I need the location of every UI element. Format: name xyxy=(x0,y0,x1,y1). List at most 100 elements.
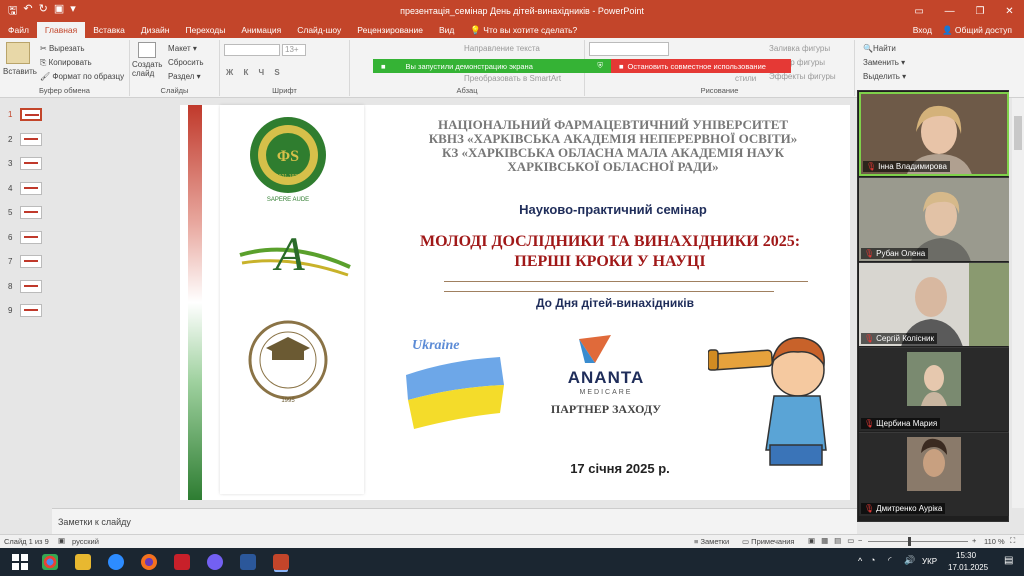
zoom-slider[interactable] xyxy=(868,541,968,542)
slide-thumbnail[interactable] xyxy=(20,108,42,121)
new-slide-icon[interactable] xyxy=(138,42,156,58)
sign-in-link[interactable]: Вход xyxy=(913,25,932,36)
zoom-in-button[interactable]: + xyxy=(972,536,976,545)
slide-thumbnail[interactable] xyxy=(20,279,42,293)
tab-slideshow[interactable]: Слайд-шоу xyxy=(289,22,349,38)
slide-thumbnail[interactable] xyxy=(20,181,42,195)
view-buttons[interactable]: ▣▦▤▭ xyxy=(808,536,860,545)
font-name-input[interactable] xyxy=(224,44,280,56)
slide-thumbnail[interactable] xyxy=(20,132,42,146)
volume-icon[interactable]: 🔊 xyxy=(904,555,915,566)
chrome-icon[interactable] xyxy=(42,554,58,570)
tab-review[interactable]: Рецензирование xyxy=(349,22,431,38)
partner-label: ПАРТНЕР ЗАХОДУ xyxy=(550,402,662,416)
quick-styles-button[interactable]: стили xyxy=(735,74,756,83)
shape-effects-button[interactable]: Эффекты фигуры xyxy=(769,72,836,81)
ribbon-options-icon[interactable]: ▭ xyxy=(914,6,923,17)
tab-file[interactable]: Файл xyxy=(0,22,37,38)
powerpoint-icon[interactable] xyxy=(273,554,289,570)
copy-button[interactable]: ⎘ Копировать xyxy=(40,58,92,68)
tab-design[interactable]: Дизайн xyxy=(133,22,178,38)
clock-date[interactable]: 17.01.2025 xyxy=(948,563,988,572)
slide-thumbnail-number: 3 xyxy=(8,159,13,168)
tab-animations[interactable]: Анимация xyxy=(233,22,289,38)
maximize-icon[interactable]: ❐ xyxy=(975,6,984,17)
fit-slide-icon[interactable]: ⛶ xyxy=(1010,536,1015,546)
minimize-icon[interactable]: — xyxy=(945,6,955,17)
notes-pane[interactable]: Заметки к слайду xyxy=(52,508,857,534)
viber-icon[interactable] xyxy=(207,554,223,570)
slide-thumbnail[interactable] xyxy=(20,157,42,170)
spellcheck-icon[interactable]: ▣ xyxy=(58,536,65,545)
layout-button[interactable]: Макет ▾ xyxy=(168,44,197,53)
participant-tile[interactable]: 🎙 Щербина Мария xyxy=(859,347,1009,431)
vertical-scrollbar[interactable] xyxy=(1012,98,1024,508)
tab-insert[interactable]: Вставка xyxy=(85,22,133,38)
customize-icon[interactable]: ▾ xyxy=(70,2,76,21)
select-button[interactable]: Выделить ▾ xyxy=(863,72,906,81)
wifi-icon[interactable]: ◜ xyxy=(888,555,892,566)
status-bar: Слайд 1 из 9 ▣ русский ≡ Заметки ▭ Приме… xyxy=(0,534,1024,548)
slide-thumbnail[interactable] xyxy=(20,304,42,317)
slide-thumbnail[interactable] xyxy=(20,230,42,244)
participant-tile[interactable]: 🎙 Інна Владимирова xyxy=(859,92,1009,176)
zoom-slider-thumb[interactable] xyxy=(908,537,911,546)
editing-group: 🔍Найти Заменить ▾ Выделить ▾ xyxy=(855,40,925,96)
save-icon[interactable]: 🖫 xyxy=(8,2,17,21)
slide-thumbnail[interactable] xyxy=(20,255,42,268)
language-indicator[interactable]: русский xyxy=(72,537,99,546)
reset-button[interactable]: Сбросить xyxy=(168,58,204,67)
tab-home[interactable]: Главная xyxy=(36,22,86,38)
smartart-button[interactable]: Преобразовать в SmartArt xyxy=(464,74,561,83)
drawing-group-label: Рисование xyxy=(700,86,739,95)
comments-toggle[interactable]: ▭ Примечания xyxy=(742,537,794,546)
redo-icon[interactable]: ↻ xyxy=(39,2,48,21)
close-icon[interactable]: ✕ xyxy=(1005,6,1013,17)
replace-button[interactable]: Заменить ▾ xyxy=(863,58,905,67)
participant-tile[interactable]: 🎙 Сергій Колісник xyxy=(859,262,1009,346)
share-button[interactable]: 👤 Общий доступ xyxy=(942,25,1012,36)
firefox-icon[interactable] xyxy=(141,554,157,570)
slide-thumbnail[interactable] xyxy=(20,206,42,219)
paste-icon[interactable] xyxy=(6,42,30,64)
shapes-gallery[interactable] xyxy=(589,42,669,56)
new-slide-button[interactable]: Создать слайд xyxy=(132,60,166,78)
screen-share-banner: ■ Вы запустили демонстрацию экрана ⛨ xyxy=(373,59,611,73)
keyboard-language[interactable]: УКР xyxy=(922,557,937,566)
tab-view[interactable]: Вид xyxy=(431,22,462,38)
tell-me-search[interactable]: 💡 Что вы хотите сделать? xyxy=(462,22,585,38)
zoom-level[interactable]: 110 % xyxy=(984,537,1005,546)
participant-tile[interactable]: 🎙 Рубан Олена xyxy=(859,177,1009,261)
tab-transitions[interactable]: Переходы xyxy=(177,22,233,38)
section-button[interactable]: Раздел ▾ xyxy=(168,72,201,81)
clock-time[interactable]: 15:30 xyxy=(956,551,976,560)
notifications-icon[interactable]: ▤ xyxy=(1004,555,1013,566)
font-group-label: Шрифт xyxy=(272,86,297,95)
paste-button[interactable]: Вставить xyxy=(3,67,37,76)
cut-button[interactable]: ✂ Вырезать xyxy=(40,44,85,53)
file-explorer-icon[interactable] xyxy=(75,554,91,570)
font-size-input[interactable]: 13+ xyxy=(282,44,306,56)
find-button[interactable]: 🔍Найти xyxy=(863,44,896,53)
tray-chevron-icon[interactable]: ^ xyxy=(858,556,862,566)
zoom-out-button[interactable]: − xyxy=(858,536,862,545)
zoom-app-icon[interactable] xyxy=(108,554,124,570)
app-icon[interactable] xyxy=(174,554,190,570)
undo-icon[interactable]: ↶ xyxy=(23,2,32,21)
start-button[interactable] xyxy=(12,554,28,570)
participant-name-tag: 🎙 Рубан Олена xyxy=(861,248,929,259)
stop-share-button[interactable]: ■ Остановить совместное использование xyxy=(611,59,791,73)
network-icon[interactable]: ◔ xyxy=(870,555,875,565)
shape-fill-button[interactable]: Заливка фигуры xyxy=(769,44,830,53)
svg-text:SAPERE AUDE: SAPERE AUDE xyxy=(267,197,309,203)
taskbar: ^ ◔ ◜ 🔊 УКР 15:30 17.01.2025 ▤ xyxy=(0,548,1024,576)
scrollbar-thumb[interactable] xyxy=(1014,116,1022,150)
present-icon[interactable]: ▣ xyxy=(54,2,64,21)
notes-toggle[interactable]: ≡ Заметки xyxy=(694,537,729,546)
text-direction-button[interactable]: Направление текста xyxy=(464,44,540,53)
format-buttons[interactable]: Ж К Ч S xyxy=(226,68,284,77)
format-painter-button[interactable]: 🖌 Формат по образцу xyxy=(40,72,124,81)
word-icon[interactable] xyxy=(240,554,256,570)
slide-thumbnail-panel: 1 2 3 4 5 6 7 8 9 xyxy=(0,98,52,508)
participant-tile[interactable]: 🎙 Дмитренко Ауріка xyxy=(859,432,1009,516)
